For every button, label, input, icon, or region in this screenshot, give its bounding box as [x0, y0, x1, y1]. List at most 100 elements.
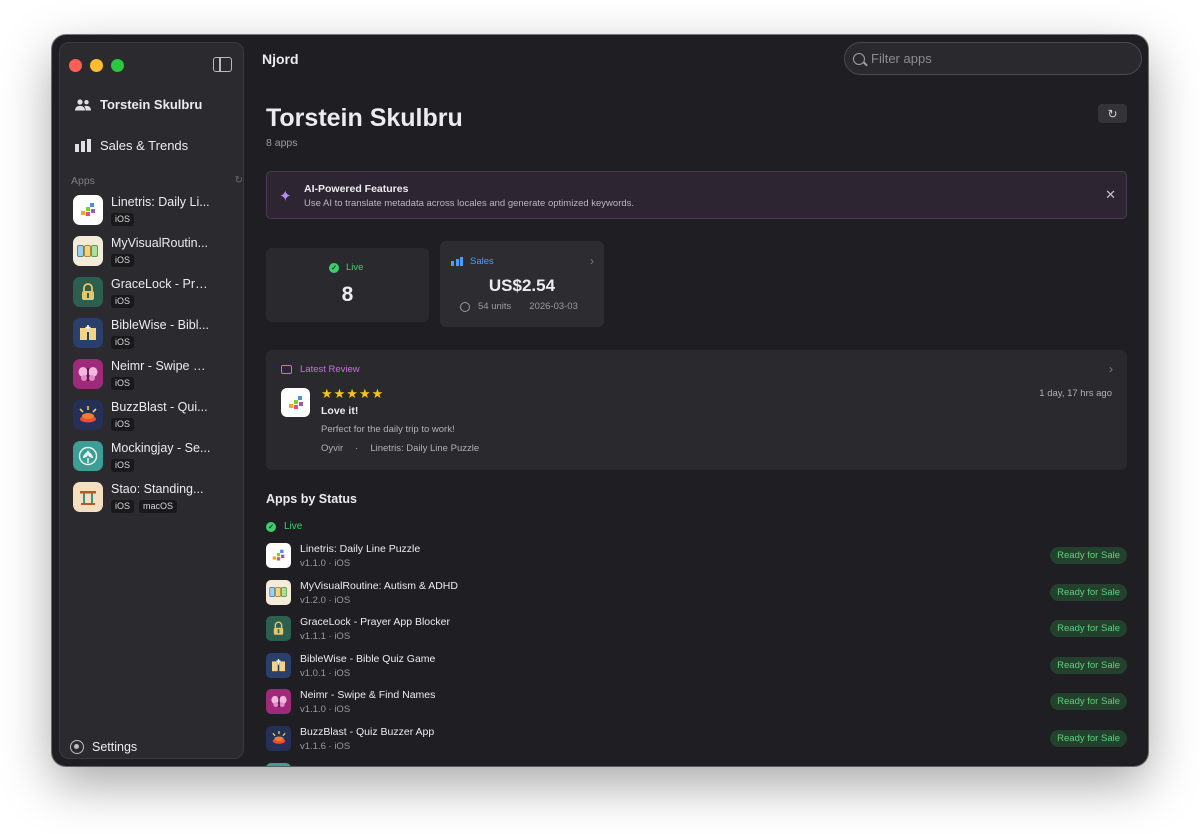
status-badge: Ready for Sale — [1050, 583, 1127, 601]
ai-banner-title: AI-Powered Features — [304, 183, 409, 195]
gear-icon — [70, 740, 84, 754]
standing-desk-icon — [73, 482, 103, 512]
ai-features-banner: ✦ AI-Powered Features Use AI to translat… — [266, 171, 1127, 219]
status-badge: Ready for Sale — [1050, 547, 1127, 564]
sidebar-toggle-icon[interactable] — [213, 57, 232, 72]
people-icon — [74, 98, 91, 112]
refresh-icon: ↻ — [1107, 106, 1118, 121]
sidebar-app-item[interactable]: BuzzBlast - Qui... iOS — [73, 400, 238, 441]
review-time: 1 day, 17 hrs ago — [1039, 388, 1112, 399]
status-row[interactable]: BibleWise - Bible Quiz Game v1.0.1 · iOS… — [266, 652, 1127, 689]
bird-icon — [266, 762, 291, 766]
butterfly-icon — [266, 689, 291, 715]
clock-icon — [460, 301, 470, 312]
status-row[interactable]: GraceLock - Prayer App Blocker v1.1.1 · … — [266, 615, 1127, 652]
status-row[interactable]: Linetris: Daily Line Puzzle v1.1.0 · iOS… — [266, 542, 1127, 579]
platform-tag: iOS — [111, 213, 135, 226]
live-label-text: Live — [346, 262, 364, 273]
status-row[interactable]: Neimr - Swipe & Find Names v1.1.0 · iOS … — [266, 688, 1127, 725]
close-window-button[interactable] — [69, 59, 82, 72]
app-name: Linetris: Daily Li... — [111, 195, 210, 209]
app-name: Mockingjay - Se... — [111, 441, 211, 455]
butterfly-icon — [73, 359, 103, 389]
status-app-name: GraceLock - Prayer App Blocker — [300, 616, 450, 629]
review-body: Perfect for the daily trip to work! — [321, 424, 455, 435]
chevron-right-icon: › — [1109, 362, 1113, 376]
app-name: BibleWise - Bibl... — [111, 318, 209, 332]
review-author: Oyvir — [321, 443, 344, 454]
status-badge: Ready for Sale — [1050, 729, 1127, 747]
platform-tag: iOS — [111, 459, 135, 472]
app-name: MyVisualRoutin... — [111, 236, 209, 250]
sidebar-app-item[interactable]: MyVisualRoutin... iOS — [73, 236, 238, 277]
sidebar: Torstein Skulbru Sales & Trends Apps ↻ L… — [59, 42, 244, 759]
ai-banner-description: Use AI to translate metadata across loca… — [304, 198, 635, 209]
sales-meta: 54 units 2026-03-03 — [460, 301, 578, 312]
status-badge: Ready for Sale — [1050, 693, 1127, 711]
sales-card[interactable]: Sales › US$2.54 54 units 2026-03-03 — [440, 241, 604, 327]
settings-label: Settings — [92, 740, 138, 754]
status-row[interactable]: BuzzBlast - Quiz Buzzer App v1.1.6 · iOS… — [266, 725, 1127, 762]
message-icon — [281, 365, 292, 374]
status-app-name: BibleWise - Bible Quiz Game — [300, 652, 436, 665]
status-badge: Ready for Sale — [1050, 620, 1127, 638]
platform-tag: iOS — [111, 418, 135, 431]
refresh-button[interactable]: ↻ — [1098, 104, 1127, 123]
sidebar-app-item[interactable]: Stao: Standing... iOS macOS — [73, 482, 238, 523]
zoom-window-button[interactable] — [111, 59, 124, 72]
status-badge: Ready for Sale — [1050, 656, 1127, 674]
page-title: Torstein Skulbru — [266, 104, 463, 132]
latest-review-card[interactable]: Latest Review › ★★★★★ Love it! Perfect f… — [266, 350, 1127, 470]
status-app-name: Linetris: Daily Line Puzzle — [300, 543, 421, 555]
search-icon — [853, 52, 865, 65]
sidebar-item-settings[interactable]: Settings — [70, 740, 137, 754]
sales-trends-label: Sales & Trends — [100, 138, 189, 153]
review-title: Love it! — [321, 405, 359, 417]
status-app-version: v1.1.0 · iOS — [300, 558, 351, 569]
status-app-version: v1.1.6 · iOS — [300, 740, 351, 752]
status-row[interactable] — [266, 762, 1127, 766]
review-separator: · — [355, 443, 359, 454]
sidebar-app-item[interactable]: Linetris: Daily Li... iOS — [73, 195, 238, 236]
sales-units: 54 units — [478, 301, 512, 312]
apps-section-header: Apps ↻ — [71, 175, 243, 187]
sales-label: Sales — [451, 256, 494, 267]
latest-review-label: Latest Review — [281, 364, 360, 375]
search-field[interactable] — [844, 42, 1142, 75]
checkmark-icon: ✓ — [266, 521, 276, 532]
routine-icon — [73, 236, 103, 266]
close-icon[interactable]: ✕ — [1105, 187, 1116, 203]
puzzle-icon — [73, 195, 103, 225]
status-app-name: Neimr - Swipe & Find Names — [300, 689, 436, 702]
apps-header-label: Apps — [71, 175, 95, 187]
sales-label-text: Sales — [470, 256, 494, 267]
status-app-version: v1.0.1 · iOS — [300, 667, 351, 679]
sales-date: 2026-03-03 — [529, 301, 578, 312]
app-count: 8 apps — [266, 137, 298, 149]
status-row[interactable]: MyVisualRoutine: Autism & ADHD v1.2.0 · … — [266, 579, 1127, 616]
sidebar-app-item[interactable]: Neimr - Swipe &... iOS — [73, 359, 238, 400]
star-rating: ★★★★★ — [321, 386, 385, 401]
sidebar-item-sales-trends[interactable]: Sales & Trends — [74, 138, 188, 153]
chevron-right-icon: › — [590, 254, 594, 268]
platform-tag: iOS — [111, 254, 135, 267]
latest-review-label-text: Latest Review — [300, 364, 360, 375]
search-input[interactable] — [871, 51, 1131, 66]
bible-icon — [266, 652, 291, 678]
sidebar-app-item[interactable]: BibleWise - Bibl... iOS — [73, 318, 238, 359]
minimize-window-button[interactable] — [90, 59, 103, 72]
apps-refresh-icon[interactable]: ↻ — [235, 175, 243, 186]
sidebar-app-item[interactable]: Mockingjay - Se... iOS — [73, 441, 238, 482]
sidebar-app-item[interactable]: GraceLock - Pra... iOS — [73, 277, 238, 318]
window-title: Njord — [262, 51, 299, 67]
status-group-label: Live — [284, 521, 303, 532]
status-app-name: BuzzBlast - Quiz Buzzer App — [300, 725, 435, 738]
app-window: Torstein Skulbru Sales & Trends Apps ↻ L… — [52, 35, 1148, 766]
sidebar-item-user[interactable]: Torstein Skulbru — [74, 97, 202, 112]
platform-tag: macOS — [139, 500, 178, 513]
buzzer-icon — [73, 400, 103, 430]
status-app-version: v1.2.0 · iOS — [300, 594, 351, 606]
status-app-version: v1.1.1 · iOS — [300, 631, 351, 643]
sidebar-app-list: Linetris: Daily Li... iOS MyVisualRoutin… — [73, 195, 238, 523]
apps-by-status-title: Apps by Status — [266, 492, 357, 506]
